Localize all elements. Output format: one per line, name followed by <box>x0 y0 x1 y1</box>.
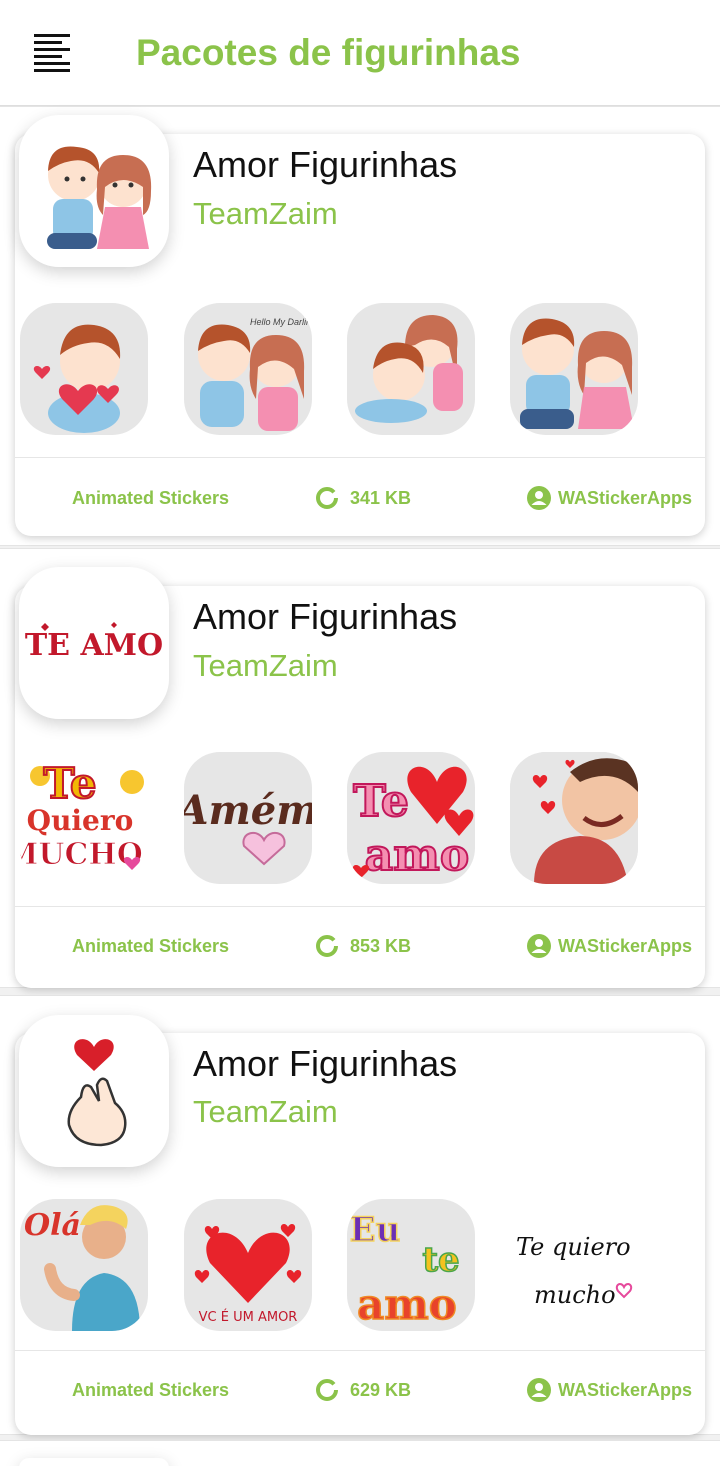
sticker-preview[interactable] <box>347 303 475 435</box>
sticker-text: amo <box>365 830 469 881</box>
sticker-text: Amém <box>184 787 312 834</box>
sticker-preview[interactable]: Amém <box>184 752 312 884</box>
sticker-preview[interactable]: Eu te amo <box>347 1199 475 1331</box>
sticker-preview[interactable] <box>510 303 638 435</box>
sticker-preview[interactable]: VC É UM AMOR <box>184 1199 312 1331</box>
sticker-preview[interactable] <box>510 752 638 884</box>
tray-text: TE AMO <box>25 628 163 663</box>
page-title: Pacotes de figurinhas <box>136 32 521 73</box>
sticker-preview[interactable]: Te Quiero MUCHO <box>20 752 148 884</box>
app-bar: Pacotes de figurinhas <box>0 0 720 106</box>
sticker-text: te <box>422 1240 459 1280</box>
pack-tray-image[interactable]: TE AMO <box>19 567 169 719</box>
sticker-preview[interactable]: Hello My Darling <box>184 303 312 435</box>
sticker-preview[interactable]: Te amo <box>347 752 475 884</box>
pack-name: Amor Figurinhas <box>193 144 458 185</box>
sticker-text: Olá <box>24 1208 81 1243</box>
pack-type-label: Animated Stickers <box>72 488 230 508</box>
pack-tray-image[interactable] <box>19 1458 169 1466</box>
divider <box>15 1350 705 1351</box>
pack-type-label: Animated Stickers <box>72 1380 230 1400</box>
svg-text:Hello My Darling: Hello My Darling <box>250 317 312 327</box>
menu-icon[interactable] <box>34 34 70 72</box>
divider <box>15 457 705 458</box>
publisher-name: WAStickerApps <box>558 488 693 508</box>
pack-name: Amor Figurinhas <box>193 1043 458 1084</box>
pack-author: TeamZaim <box>193 196 338 231</box>
sticker-text: Te quiero <box>516 1233 631 1261</box>
file-size-icon <box>315 1378 339 1402</box>
pack-name: Amor Figurinhas <box>193 596 458 637</box>
sticker-text: mucho <box>534 1281 616 1309</box>
publisher-name: WAStickerApps <box>558 1380 693 1400</box>
account-icon <box>527 1378 551 1402</box>
file-size-icon <box>315 486 339 510</box>
pack-size: 853 KB <box>350 936 412 956</box>
pack-size: 629 KB <box>350 1380 412 1400</box>
pack-size: 341 KB <box>350 488 412 508</box>
pack-author: TeamZaim <box>193 1094 338 1129</box>
publisher-name: WAStickerApps <box>558 936 693 956</box>
sticker-text: Te <box>43 759 96 808</box>
sticker-text: amo <box>357 1280 457 1329</box>
sticker-text: VC É UM AMOR <box>199 1309 298 1325</box>
pack-type-label: Animated Stickers <box>72 936 230 956</box>
file-size-icon <box>315 934 339 958</box>
divider <box>15 906 705 907</box>
account-icon <box>527 486 551 510</box>
sticker-preview[interactable]: Olá <box>20 1199 148 1331</box>
sticker-text: MUCHO <box>20 837 143 872</box>
pack-tray-image[interactable] <box>19 1015 169 1167</box>
pack-author: TeamZaim <box>193 648 338 683</box>
sticker-text: Quiero <box>27 804 134 837</box>
sticker-preview[interactable] <box>20 303 148 435</box>
pack-tray-image[interactable] <box>19 115 169 267</box>
sticker-preview[interactable]: Te quiero mucho <box>510 1199 638 1331</box>
sticker-text: Te <box>353 776 409 827</box>
sticker-text: Eu <box>350 1210 401 1250</box>
account-icon <box>527 934 551 958</box>
